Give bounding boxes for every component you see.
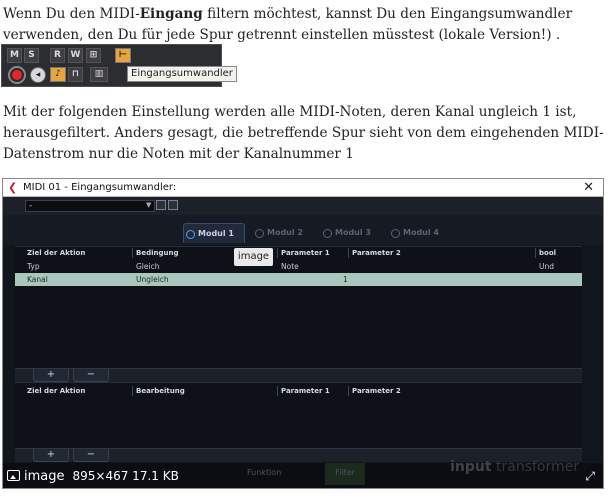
add-condition-button[interactable]: + xyxy=(33,369,69,382)
table-row[interactable]: Kanal Ungleich 1 xyxy=(15,273,582,286)
intro-text-a: Wenn Du den MIDI- xyxy=(3,6,140,22)
write-button: W xyxy=(68,48,83,63)
tab-modul-2[interactable]: Modul 2 xyxy=(253,223,313,243)
description-paragraph: Mit der folgenden Einstellung werden all… xyxy=(3,104,604,162)
intro-bold: Eingang xyxy=(139,6,203,22)
dialog-titlebar: ❮ MIDI 01 - Eingangsumwandler: ✕ xyxy=(3,179,603,197)
image-badge: image xyxy=(234,248,273,266)
module-tabs: Modul 1 Modul 2 Modul 3 Modul 4 xyxy=(3,215,603,245)
filter-toolbar: + − xyxy=(15,368,582,382)
col-condition: Bedingung xyxy=(136,249,179,257)
read-button: R xyxy=(50,48,65,63)
col-action-target: Ziel der Aktion xyxy=(27,387,86,395)
brand-logo: input transformer xyxy=(450,459,579,475)
record-icon xyxy=(8,66,26,84)
close-icon[interactable]: ✕ xyxy=(583,179,594,197)
tab-modul-3[interactable]: Modul 3 xyxy=(321,223,381,243)
delete-preset-icon[interactable] xyxy=(168,200,178,210)
col-param2: Parameter 2 xyxy=(352,249,401,257)
filter-header: Ziel der Aktion Bedingung Parameter 1 Pa… xyxy=(15,246,582,260)
cubase-logo-icon: ❮ xyxy=(8,181,18,194)
tooltip: Eingangsumwandler xyxy=(127,66,237,82)
image-info-overlay: Funktion Filter input transformer image 8… xyxy=(3,459,603,488)
note-icon: ♪ xyxy=(50,67,66,82)
col-param1: Parameter 1 xyxy=(281,249,330,257)
tab-modul-1[interactable]: Modul 1 xyxy=(183,223,245,243)
expand-icon[interactable]: ⤢ xyxy=(585,469,595,484)
chevron-down-icon: ▼ xyxy=(146,201,152,209)
col-action-param2: Parameter 2 xyxy=(352,387,401,395)
save-preset-icon[interactable] xyxy=(156,200,166,210)
col-operation: Bearbeitung xyxy=(136,387,185,395)
image-size-info: 895×467 17.1 KB xyxy=(72,469,179,483)
mute-button: M xyxy=(7,48,22,63)
image-icon xyxy=(7,470,20,481)
dialog-title: MIDI 01 - Eingangsumwandler: xyxy=(23,182,177,193)
preset-select[interactable]: - xyxy=(25,200,155,212)
col-action-param1: Parameter 1 xyxy=(281,387,330,395)
table-row[interactable]: Typ Gleich Note Und xyxy=(15,260,582,273)
filter-button[interactable]: Filter xyxy=(325,463,365,485)
col-bool: bool xyxy=(539,249,557,257)
tab-modul-4[interactable]: Modul 4 xyxy=(389,223,449,243)
remove-action-button[interactable]: − xyxy=(73,449,109,462)
remove-condition-button[interactable]: − xyxy=(73,369,109,382)
track-strip-screenshot: M S R W ⊞ ⊢ ◂ ♪ ⊓ ▥ Eingangsumwandler xyxy=(1,44,237,87)
image-meta: image 895×467 17.1 KB xyxy=(7,468,179,485)
preset-bar: - ▼ xyxy=(3,197,603,215)
input-transformer-dialog[interactable]: ❮ MIDI 01 - Eingangsumwandler: ✕ - ▼ Mod… xyxy=(2,178,604,489)
function-button[interactable]: Funktion xyxy=(247,463,281,485)
intro-paragraph: Wenn Du den MIDI-Eingang filtern möchtes… xyxy=(3,4,605,46)
solo-button: S xyxy=(24,48,39,63)
col-target: Ziel der Aktion xyxy=(27,249,86,257)
add-action-button[interactable]: + xyxy=(33,449,69,462)
edit-button: ⊞ xyxy=(86,48,101,63)
image-label: image xyxy=(24,469,65,484)
monitor-icon: ◂ xyxy=(30,67,46,83)
lanes-icon: ▥ xyxy=(90,67,108,82)
input-transformer-button: ⊢ xyxy=(115,48,131,63)
lock-icon: ⊓ xyxy=(68,67,83,82)
action-header: Ziel der Aktion Bearbeitung Parameter 1 … xyxy=(15,384,582,398)
